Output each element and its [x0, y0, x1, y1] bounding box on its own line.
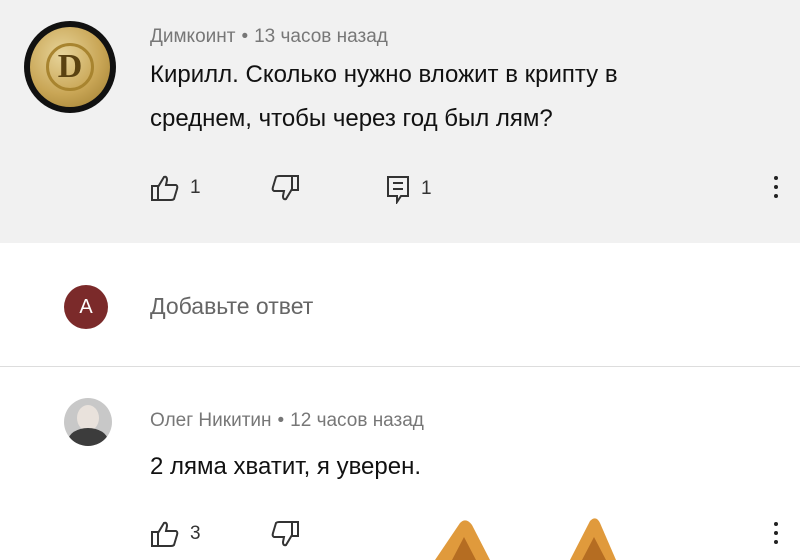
- reply-count: 1: [421, 178, 432, 199]
- cat-ears-image: [435, 518, 616, 560]
- meta-separator: •: [241, 26, 249, 47]
- comment-text-line: Кирилл. Сколько нужно вложит в крипту в: [150, 61, 618, 88]
- comment-text: Кирилл. Сколько нужно вложит в крипту в …: [150, 53, 775, 141]
- reply-comment-icon: [385, 174, 411, 204]
- replies-button[interactable]: 1: [385, 174, 432, 204]
- more-vertical-icon[interactable]: [770, 522, 782, 544]
- avatar[interactable]: [64, 398, 112, 446]
- reply-text: 2 ляма хватит, я уверен.: [150, 453, 422, 480]
- dogecoin-logo: D: [30, 27, 110, 107]
- divider: [0, 366, 800, 367]
- thumbs-up-icon: [150, 174, 180, 202]
- comment-text-line: среднем, чтобы через год был лям?: [150, 105, 553, 132]
- comment-time[interactable]: 13 часов назад: [254, 26, 388, 47]
- more-vertical-icon[interactable]: [770, 176, 782, 198]
- like-button[interactable]: 1: [150, 174, 201, 202]
- meta-separator: •: [277, 410, 285, 431]
- thumbs-down-icon: [270, 174, 300, 202]
- thumbs-up-icon: [150, 520, 180, 548]
- like-count: 1: [190, 177, 201, 198]
- reply-author[interactable]: Олег Никитин: [150, 410, 272, 431]
- dislike-button[interactable]: [270, 520, 300, 548]
- reply-time[interactable]: 12 часов назад: [290, 410, 424, 431]
- thumbs-down-icon: [270, 520, 300, 548]
- like-button[interactable]: 3: [150, 520, 201, 548]
- avatar[interactable]: A: [64, 285, 108, 329]
- dislike-button[interactable]: [270, 174, 300, 202]
- reply-input[interactable]: Добавьте ответ: [150, 293, 313, 320]
- reply-input-row: A Добавьте ответ: [0, 265, 800, 345]
- avatar[interactable]: D: [24, 21, 116, 113]
- comment-card: D Димкоинт • 13 часов назад Кирилл. Скольк…: [0, 0, 800, 243]
- reply-meta: Олег Никитин • 12 часов назад: [150, 410, 424, 432]
- like-count: 3: [190, 523, 201, 544]
- comment-meta: Димкоинт • 13 часов назад: [150, 26, 388, 48]
- comment-author[interactable]: Димкоинт: [150, 26, 235, 47]
